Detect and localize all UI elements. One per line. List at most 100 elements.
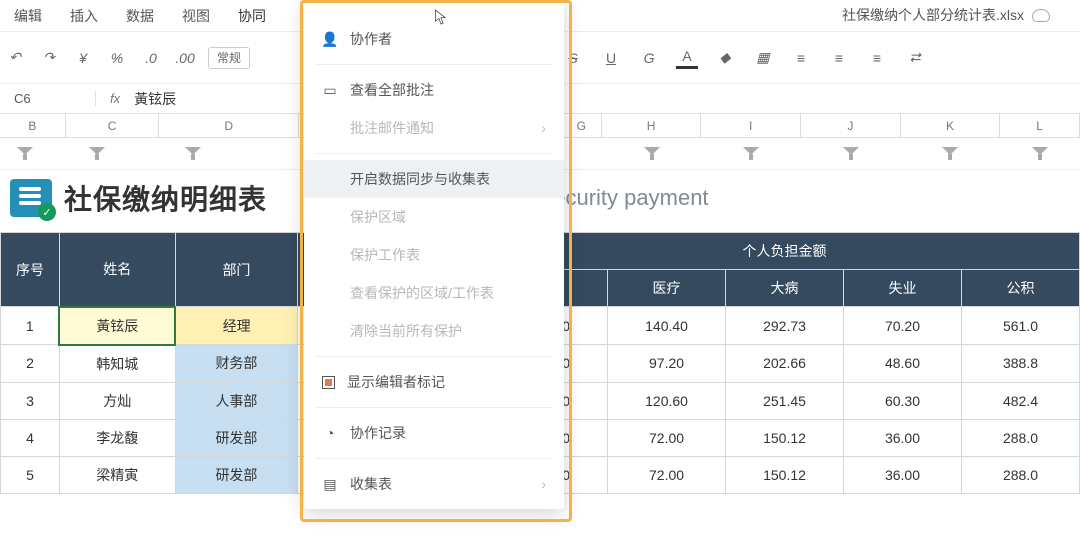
- cell-value[interactable]: 388.8: [961, 345, 1079, 383]
- sheet-title-icon: [10, 179, 52, 217]
- col-header-i[interactable]: I: [701, 114, 801, 137]
- align-middle-button[interactable]: ≡: [828, 47, 850, 69]
- cell-value[interactable]: 70.20: [844, 307, 962, 345]
- th-group-personal: 个人负担金额: [490, 233, 1080, 270]
- col-header-b[interactable]: B: [0, 114, 66, 137]
- col-header-g[interactable]: G: [562, 114, 602, 137]
- cell-value[interactable]: 202.66: [726, 345, 844, 383]
- cell-seq[interactable]: 4: [1, 419, 60, 456]
- cell-value[interactable]: 60.30: [844, 382, 962, 419]
- menu-item[interactable]: 开启数据同步与收集表: [304, 160, 564, 198]
- fill-color-button[interactable]: ◆: [714, 47, 736, 69]
- percent-button[interactable]: %: [106, 47, 128, 69]
- dec-increase-button[interactable]: .00: [174, 47, 196, 69]
- cell-name[interactable]: 韩知城: [59, 345, 175, 383]
- col-header-c[interactable]: C: [66, 114, 160, 137]
- th-yiliao: 医疗: [608, 270, 726, 307]
- cell-value[interactable]: 36.00: [844, 456, 962, 493]
- th-dept: 部门: [175, 233, 298, 307]
- col-header-k[interactable]: K: [901, 114, 1001, 137]
- th-dabing: 大病: [726, 270, 844, 307]
- cell-name[interactable]: 黃铉辰: [59, 307, 175, 345]
- text-color-button[interactable]: A: [676, 47, 698, 69]
- filter-icon[interactable]: [89, 147, 105, 161]
- cell-value[interactable]: 72.00: [608, 419, 726, 456]
- menu-edit[interactable]: 编辑: [14, 6, 70, 26]
- merge-button[interactable]: ⮂: [904, 47, 926, 69]
- cell-name[interactable]: 梁精寅: [59, 456, 175, 493]
- undo-button[interactable]: ↶: [4, 47, 26, 69]
- cell-value[interactable]: 97.20: [608, 345, 726, 383]
- cell-dept[interactable]: 经理: [175, 307, 298, 345]
- menu-item[interactable]: ◔协作记录: [304, 414, 564, 452]
- fx-icon: fx: [96, 91, 134, 106]
- doc-icon: ▤: [322, 476, 338, 492]
- borders-button[interactable]: ▦: [752, 47, 774, 69]
- cell-reference[interactable]: C6: [0, 91, 96, 106]
- menu-item: 查看保护的区域/工作表: [304, 274, 564, 312]
- cell-value[interactable]: 561.0: [961, 307, 1079, 345]
- cell-dept[interactable]: 研发部: [175, 419, 298, 456]
- strike-button[interactable]: G: [638, 47, 660, 69]
- filename-area: 社保缴纳个人部分统计表.xlsx: [842, 5, 1050, 25]
- filter-icon[interactable]: [185, 147, 201, 161]
- cell-value[interactable]: 251.45: [726, 382, 844, 419]
- cell-value[interactable]: 288.0: [961, 419, 1079, 456]
- cell-dept[interactable]: 财务部: [175, 345, 298, 383]
- menu-data[interactable]: 数据: [126, 6, 182, 26]
- menu-item[interactable]: 显示编辑者标记: [304, 363, 564, 401]
- cell-seq[interactable]: 5: [1, 456, 60, 493]
- menu-item-label: 保护工作表: [350, 245, 420, 265]
- cell-value[interactable]: 150.12: [726, 456, 844, 493]
- menu-item-label: 收集表: [350, 474, 392, 494]
- dec-decrease-button[interactable]: .0: [140, 47, 162, 69]
- menu-collab[interactable]: 协同: [238, 6, 294, 26]
- cell-value[interactable]: 120.60: [608, 382, 726, 419]
- cell-dept[interactable]: 研发部: [175, 456, 298, 493]
- filter-icon[interactable]: [743, 147, 759, 161]
- cell-value[interactable]: 72.00: [608, 456, 726, 493]
- menu-item-label: 查看保护的区域/工作表: [350, 283, 494, 303]
- cell-value[interactable]: 288.0: [961, 456, 1079, 493]
- cell-value[interactable]: 36.00: [844, 419, 962, 456]
- menu-item-label: 查看全部批注: [350, 80, 434, 100]
- cell-value[interactable]: 150.12: [726, 419, 844, 456]
- redo-button[interactable]: ↷: [38, 47, 60, 69]
- filter-icon[interactable]: [644, 147, 660, 161]
- italic-button[interactable]: S: [562, 47, 584, 69]
- wrap-button[interactable]: ≡: [866, 47, 888, 69]
- cell-name[interactable]: 方灿: [59, 382, 175, 419]
- menu-item: 保护区域: [304, 198, 564, 236]
- col-header-h[interactable]: H: [602, 114, 702, 137]
- filter-icon[interactable]: [843, 147, 859, 161]
- menu-item-label: 批注邮件通知: [350, 118, 434, 138]
- cell-seq[interactable]: 3: [1, 382, 60, 419]
- filter-icon[interactable]: [942, 147, 958, 161]
- menu-item-label: 协作者: [350, 29, 392, 49]
- cell-value[interactable]: 140.40: [608, 307, 726, 345]
- menu-item[interactable]: ▤收集表›: [304, 465, 564, 503]
- col-header-j[interactable]: J: [801, 114, 901, 137]
- col-header-l[interactable]: L: [1000, 114, 1080, 137]
- currency-button[interactable]: ¥: [72, 47, 94, 69]
- filter-icon[interactable]: [1032, 147, 1048, 161]
- underline-button[interactable]: U: [600, 47, 622, 69]
- cell-seq[interactable]: 2: [1, 345, 60, 383]
- menu-item[interactable]: ▭查看全部批注: [304, 71, 564, 109]
- cell-value[interactable]: 48.60: [844, 345, 962, 383]
- cell-seq[interactable]: 1: [1, 307, 60, 345]
- cell-name[interactable]: 李龙馥: [59, 419, 175, 456]
- menu-separator: [316, 64, 552, 65]
- number-format-select[interactable]: 常规: [208, 47, 250, 69]
- menu-view[interactable]: 视图: [182, 6, 238, 26]
- menu-insert[interactable]: 插入: [70, 6, 126, 26]
- align-left-button[interactable]: ≡: [790, 47, 812, 69]
- filter-icon[interactable]: [17, 147, 33, 161]
- cell-dept[interactable]: 人事部: [175, 382, 298, 419]
- cell-value[interactable]: 292.73: [726, 307, 844, 345]
- formula-input[interactable]: [134, 91, 1080, 107]
- cell-value[interactable]: 482.4: [961, 382, 1079, 419]
- col-header-d[interactable]: D: [159, 114, 298, 137]
- menu-item[interactable]: 👤协作者: [304, 20, 564, 58]
- cloud-sync-icon: [1032, 9, 1050, 22]
